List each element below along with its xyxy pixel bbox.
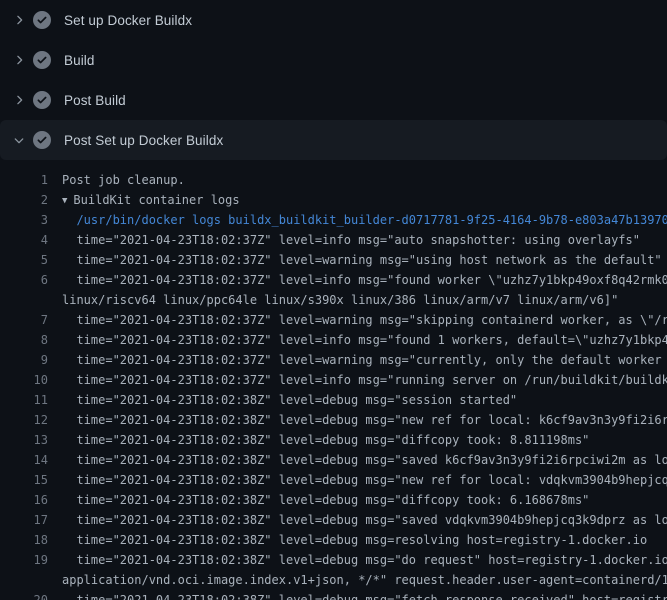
step-label: Post Build: [64, 93, 126, 108]
step-row-set-up-docker-buildx[interactable]: Set up Docker Buildx: [0, 0, 667, 40]
step-label: Post Set up Docker Buildx: [64, 133, 223, 148]
log-line: 15 time="2021-04-23T18:02:38Z" level=deb…: [0, 470, 667, 490]
log-line: 9 time="2021-04-23T18:02:37Z" level=warn…: [0, 350, 667, 370]
line-number[interactable]: 9: [0, 350, 48, 370]
log-line: 3 /usr/bin/docker logs buildx_buildkit_b…: [0, 210, 667, 230]
log-line-continuation: application/vnd.oci.image.index.v1+json,…: [0, 570, 667, 590]
log-text: time="2021-04-23T18:02:37Z" level=warnin…: [62, 250, 667, 270]
log-line: 4 time="2021-04-23T18:02:37Z" level=info…: [0, 230, 667, 250]
chevron-right-icon[interactable]: [12, 93, 26, 107]
steps-list: Set up Docker Buildx Build Post Build Post …: [0, 0, 667, 160]
log-text: time="2021-04-23T18:02:37Z" level=warnin…: [62, 310, 667, 330]
log-text: linux/riscv64 linux/ppc64le linux/s390x …: [62, 290, 667, 310]
line-number[interactable]: 8: [0, 330, 48, 350]
log-line: 5 time="2021-04-23T18:02:37Z" level=warn…: [0, 250, 667, 270]
log-line: 17 time="2021-04-23T18:02:38Z" level=deb…: [0, 510, 667, 530]
line-number[interactable]: 11: [0, 390, 48, 410]
step-row-build[interactable]: Build: [0, 40, 667, 80]
log-line: 19 time="2021-04-23T18:02:38Z" level=deb…: [0, 550, 667, 570]
log-text: time="2021-04-23T18:02:38Z" level=debug …: [62, 490, 667, 510]
log-line: 2 ▼ BuildKit container logs: [0, 190, 667, 210]
log-line: 20 time="2021-04-23T18:02:38Z" level=deb…: [0, 590, 667, 600]
log-text: time="2021-04-23T18:02:37Z" level=info m…: [62, 370, 667, 390]
log-line: 18 time="2021-04-23T18:02:38Z" level=deb…: [0, 530, 667, 550]
step-row-post-set-up-docker-buildx[interactable]: Post Set up Docker Buildx: [0, 120, 667, 160]
log-text: time="2021-04-23T18:02:38Z" level=debug …: [62, 410, 667, 430]
check-circle-icon: [33, 11, 51, 29]
line-number[interactable]: 1: [0, 170, 48, 190]
line-number[interactable]: 10: [0, 370, 48, 390]
log-line: 1 Post job cleanup.: [0, 170, 667, 190]
log-line-continuation: linux/riscv64 linux/ppc64le linux/s390x …: [0, 290, 667, 310]
log-line: 7 time="2021-04-23T18:02:37Z" level=warn…: [0, 310, 667, 330]
line-number[interactable]: 3: [0, 210, 48, 230]
step-label: Set up Docker Buildx: [64, 13, 192, 28]
log-text: Post job cleanup.: [62, 170, 667, 190]
log-text: time="2021-04-23T18:02:38Z" level=debug …: [62, 550, 667, 570]
chevron-down-icon[interactable]: [12, 133, 26, 147]
check-circle-icon: [33, 131, 51, 149]
step-label: Build: [64, 53, 95, 68]
line-number[interactable]: 17: [0, 510, 48, 530]
log-line: 16 time="2021-04-23T18:02:38Z" level=deb…: [0, 490, 667, 510]
log-line: 14 time="2021-04-23T18:02:38Z" level=deb…: [0, 450, 667, 470]
log-line: 8 time="2021-04-23T18:02:37Z" level=info…: [0, 330, 667, 350]
line-number[interactable]: 5: [0, 250, 48, 270]
log-text: time="2021-04-23T18:02:38Z" level=debug …: [62, 470, 667, 490]
log-group-toggle-icon[interactable]: ▼: [62, 191, 67, 210]
line-number[interactable]: 2: [0, 190, 48, 210]
log-line: 12 time="2021-04-23T18:02:38Z" level=deb…: [0, 410, 667, 430]
log-text: time="2021-04-23T18:02:37Z" level=warnin…: [62, 350, 667, 370]
log-panel: 1 Post job cleanup. 2 ▼ BuildKit container l…: [0, 160, 667, 600]
line-number: [0, 570, 48, 590]
log-text: time="2021-04-23T18:02:37Z" level=info m…: [62, 270, 667, 290]
log-text: time="2021-04-23T18:02:38Z" level=debug …: [62, 510, 667, 530]
line-number[interactable]: 14: [0, 450, 48, 470]
log-text: time="2021-04-23T18:02:38Z" level=debug …: [62, 450, 667, 470]
log-line: 6 time="2021-04-23T18:02:37Z" level=info…: [0, 270, 667, 290]
log-text: time="2021-04-23T18:02:37Z" level=info m…: [62, 230, 667, 250]
line-number[interactable]: 20: [0, 590, 48, 600]
line-number[interactable]: 12: [0, 410, 48, 430]
line-number: [0, 290, 48, 310]
line-number[interactable]: 4: [0, 230, 48, 250]
step-row-post-build[interactable]: Post Build: [0, 80, 667, 120]
log-line: 13 time="2021-04-23T18:02:38Z" level=deb…: [0, 430, 667, 450]
line-number[interactable]: 7: [0, 310, 48, 330]
actions-log-viewer: Set up Docker Buildx Build Post Build Post …: [0, 0, 667, 600]
line-number[interactable]: 18: [0, 530, 48, 550]
log-line: 10 time="2021-04-23T18:02:37Z" level=inf…: [0, 370, 667, 390]
log-command-text: /usr/bin/docker logs buildx_buildkit_bui…: [62, 210, 667, 230]
log-line: 11 time="2021-04-23T18:02:38Z" level=deb…: [0, 390, 667, 410]
check-circle-icon: [33, 51, 51, 69]
log-text: time="2021-04-23T18:02:38Z" level=debug …: [62, 390, 667, 410]
log-text: application/vnd.oci.image.index.v1+json,…: [62, 570, 667, 590]
line-number[interactable]: 13: [0, 430, 48, 450]
line-number[interactable]: 16: [0, 490, 48, 510]
line-number[interactable]: 15: [0, 470, 48, 490]
log-text: time="2021-04-23T18:02:37Z" level=info m…: [62, 330, 667, 350]
line-number[interactable]: 19: [0, 550, 48, 570]
log-group-title: BuildKit container logs: [73, 193, 239, 207]
log-text: time="2021-04-23T18:02:38Z" level=debug …: [62, 530, 667, 550]
log-text: time="2021-04-23T18:02:38Z" level=debug …: [62, 590, 667, 600]
line-number[interactable]: 6: [0, 270, 48, 290]
chevron-right-icon[interactable]: [12, 13, 26, 27]
log-text: time="2021-04-23T18:02:38Z" level=debug …: [62, 430, 667, 450]
log-text: ▼ BuildKit container logs: [62, 190, 667, 210]
chevron-right-icon[interactable]: [12, 53, 26, 67]
check-circle-icon: [33, 91, 51, 109]
